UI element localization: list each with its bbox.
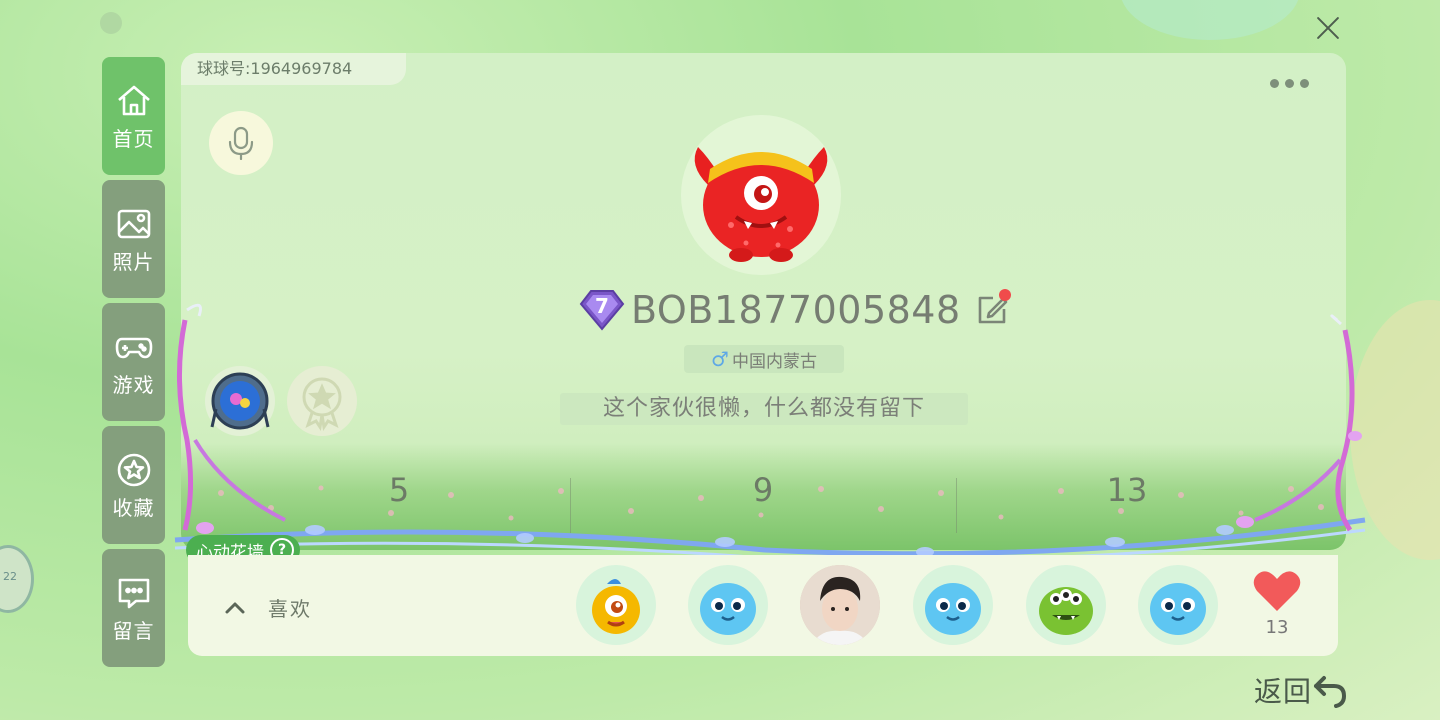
- image-icon: [117, 209, 150, 238]
- profile-avatar[interactable]: [681, 115, 841, 275]
- male-gender-icon: ♂: [711, 347, 729, 371]
- likes-panel: 喜欢 13: [188, 555, 1338, 656]
- blue-monster-icon: [925, 583, 981, 635]
- stat-value[interactable]: 9: [573, 471, 953, 509]
- edit-profile-button[interactable]: [975, 289, 1011, 327]
- nickname: BOB1877005848: [631, 288, 961, 332]
- background-glow: [1350, 300, 1440, 560]
- location-text: 中国内蒙古: [731, 351, 817, 372]
- back-button[interactable]: 返回: [1254, 670, 1348, 710]
- level-number: 7: [595, 294, 609, 318]
- medal-badge[interactable]: [205, 366, 275, 436]
- close-button[interactable]: [1310, 10, 1346, 46]
- signature-text[interactable]: 这个家伙很懒，什么都没有留下: [560, 393, 968, 425]
- trophy-medal-icon: [210, 372, 270, 430]
- gamepad-icon: [115, 337, 152, 358]
- voice-intro-button[interactable]: [209, 111, 273, 175]
- liker-avatar[interactable]: [800, 565, 880, 645]
- stat-value[interactable]: 5: [209, 471, 589, 509]
- nav-label: 照片: [112, 249, 155, 274]
- star-icon: [117, 453, 150, 486]
- liker-avatar[interactable]: [576, 565, 656, 645]
- nav-item-home[interactable]: 首页: [102, 57, 165, 175]
- level-badge: 7: [579, 288, 625, 332]
- location-tag: ♂ 中国内蒙古: [684, 345, 844, 373]
- left-nav: 首页 照片 游戏 收藏 留言: [102, 57, 165, 672]
- nav-label: 留言: [112, 618, 155, 643]
- back-label: 返回: [1254, 675, 1313, 708]
- notification-dot: [998, 289, 1011, 301]
- nav-label: 首页: [112, 126, 155, 151]
- liker-avatar[interactable]: [688, 565, 768, 645]
- green-monster-icon: [1039, 587, 1093, 635]
- likes-collapse-toggle[interactable]: 喜欢: [224, 593, 312, 622]
- return-arrow-icon: [1314, 676, 1347, 708]
- background-glow: [1120, 0, 1300, 40]
- nav-item-messages[interactable]: 留言: [102, 549, 165, 667]
- likes-label: 喜欢: [268, 597, 312, 621]
- more-options-button[interactable]: [1270, 79, 1309, 88]
- yellow-monster-icon: [592, 579, 640, 634]
- profile-card: 球球号:1964969784 7 BOB1877005848 ♂ 中国内蒙古 这…: [181, 53, 1346, 550]
- nav-item-photos[interactable]: 照片: [102, 180, 165, 298]
- nickname-row: 7 BOB1877005848: [579, 285, 1011, 335]
- nav-label: 游戏: [112, 372, 155, 397]
- side-floating-label: 22: [3, 570, 17, 583]
- blue-monster-icon: [1150, 583, 1206, 635]
- locked-medal-badge[interactable]: [287, 366, 357, 436]
- liker-avatar[interactable]: [913, 565, 993, 645]
- stat-value[interactable]: 13: [937, 471, 1317, 509]
- like-count-button[interactable]: 13: [1252, 569, 1302, 638]
- message-icon: [118, 578, 149, 608]
- liker-avatar[interactable]: [1138, 565, 1218, 645]
- nav-item-favorites[interactable]: 收藏: [102, 426, 165, 544]
- nav-label: 收藏: [112, 495, 155, 520]
- home-icon: [117, 85, 150, 115]
- chevron-up-icon: [225, 602, 245, 613]
- player-id-tab: 球球号:1964969784: [181, 53, 406, 85]
- stat-divider: [570, 478, 571, 533]
- blue-monster-icon: [700, 583, 756, 635]
- heart-icon: [1253, 571, 1301, 611]
- red-monster-avatar-icon: [694, 147, 828, 262]
- side-floating-button[interactable]: 22: [0, 545, 34, 613]
- microphone-icon: [228, 126, 254, 160]
- like-count: 13: [1265, 617, 1289, 638]
- background-dot: [100, 12, 122, 34]
- empty-medal-icon: [302, 377, 342, 431]
- liker-avatar[interactable]: [1026, 565, 1106, 645]
- user-photo-avatar-icon: [800, 565, 880, 645]
- nav-item-games[interactable]: 游戏: [102, 303, 165, 421]
- level-gem-icon: 7: [579, 290, 625, 331]
